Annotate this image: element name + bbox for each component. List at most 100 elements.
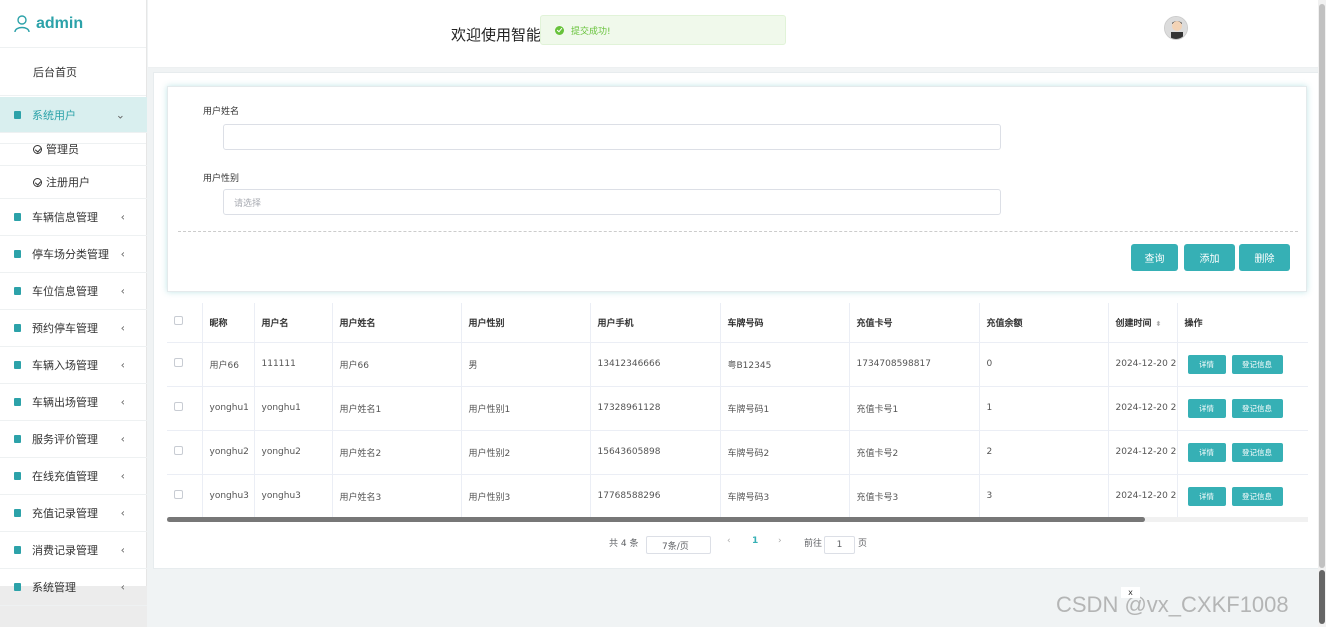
page-number-current[interactable]: 1 <box>752 536 758 546</box>
register-info-button[interactable]: 登记信息 <box>1231 398 1283 418</box>
sidebar-item-label: 车辆出场管理 <box>32 396 98 409</box>
sidebar-item[interactable]: 在线充值管理 ‹ <box>0 458 147 495</box>
detail-button[interactable]: 详情 <box>1187 354 1226 374</box>
detail-button[interactable]: 详情 <box>1187 398 1226 418</box>
gender-label: 用户性别 <box>203 174 240 184</box>
scrollbar-thumb[interactable] <box>1319 4 1325 568</box>
row-checkbox[interactable] <box>174 402 183 411</box>
scrollbar-thumb[interactable] <box>1319 570 1325 624</box>
table-cell: 用户66 <box>332 342 462 387</box>
chevron-left-icon: ‹ <box>120 432 125 446</box>
scrollbar-thumb[interactable] <box>167 517 1145 522</box>
row-checkbox[interactable] <box>174 358 183 367</box>
register-info-button[interactable]: 登记信息 <box>1231 486 1283 506</box>
sidebar-menu: 系统用户 ⌄ 管理员 注册用户 车辆信息管理 ‹ 停车场分类管理 ‹ 车位信息管理 ‹ 预约… <box>0 97 147 606</box>
page-unit-label: 页 <box>858 539 868 549</box>
document-icon <box>14 398 21 406</box>
register-info-button[interactable]: 登记信息 <box>1231 442 1283 462</box>
sidebar-group-system-users[interactable]: 系统用户 ⌄ <box>0 97 147 133</box>
sidebar-subitem-registered-users[interactable]: 注册用户 <box>0 166 147 199</box>
column-header: 用户性别 <box>461 303 591 343</box>
row-checkbox[interactable] <box>174 490 183 499</box>
sidebar-item[interactable]: 消费记录管理 ‹ <box>0 532 147 569</box>
document-icon <box>14 250 21 258</box>
success-toast: 提交成功! <box>540 15 786 45</box>
row-select-cell[interactable] <box>167 386 203 431</box>
pagination-total: 共 4 条 <box>609 539 639 549</box>
table-cell: 车牌号码3 <box>720 474 850 519</box>
actions-cell: 详情 登记信息 <box>1177 386 1308 431</box>
table-cell: 车牌号码2 <box>720 430 850 475</box>
row-checkbox[interactable] <box>174 446 183 455</box>
sidebar-item[interactable]: 车辆入场管理 ‹ <box>0 347 147 384</box>
add-button[interactable]: 添加 <box>1184 244 1235 271</box>
search-form: 用户姓名 用户性别 请选择 查询 添加 删除 <box>167 86 1307 292</box>
brand-title: admin <box>36 14 84 32</box>
sidebar-item[interactable]: 车辆出场管理 ‹ <box>0 384 147 421</box>
select-all-cell[interactable] <box>167 303 203 343</box>
main-content: 用户姓名 用户性别 请选择 查询 添加 删除 昵称 用户名 用户姓名 用户性别 … <box>153 72 1319 569</box>
sidebar-item[interactable]: 停车场分类管理 ‹ <box>0 236 147 273</box>
table-cell: 用户性别3 <box>461 474 591 519</box>
gender-select[interactable]: 请选择 <box>223 189 1001 215</box>
table-cell: 用户66 <box>202 342 255 387</box>
sidebar-item[interactable]: 系统管理 ‹ <box>0 569 147 606</box>
avatar[interactable] <box>1164 16 1188 40</box>
table-cell: yonghu2 <box>202 430 255 475</box>
close-button[interactable]: x <box>1121 587 1140 598</box>
sidebar-item-home[interactable]: 后台首页 <box>0 48 146 96</box>
select-all-checkbox[interactable] <box>174 316 183 326</box>
sidebar-item[interactable]: 服务评价管理 ‹ <box>0 421 147 458</box>
page-size-select[interactable]: 7条/页 <box>646 536 711 554</box>
sidebar-subitem-label: 管理员 <box>46 143 79 156</box>
delete-button[interactable]: 删除 <box>1239 244 1290 271</box>
table-cell: 用户姓名3 <box>332 474 462 519</box>
document-icon <box>14 110 21 119</box>
table-cell: yonghu1 <box>254 386 333 431</box>
column-header-created-time[interactable]: 创建时间 ⬍ <box>1108 303 1178 343</box>
sidebar-item[interactable]: 预约停车管理 ‹ <box>0 310 147 347</box>
next-page-button[interactable]: › <box>778 536 782 546</box>
prev-page-button[interactable]: ‹ <box>727 536 731 546</box>
table-cell: 2 <box>979 430 1109 475</box>
vertical-scrollbar[interactable] <box>1318 0 1326 627</box>
register-info-button[interactable]: 登记信息 <box>1231 354 1283 374</box>
table-cell: yonghu3 <box>254 474 333 519</box>
document-icon <box>14 287 21 295</box>
sidebar-item-label: 车辆信息管理 <box>32 211 98 224</box>
chevron-down-icon: ⌄ <box>115 108 125 121</box>
query-button[interactable]: 查询 <box>1131 244 1178 271</box>
sidebar-item-label: 车位信息管理 <box>32 285 98 298</box>
row-select-cell[interactable] <box>167 474 203 519</box>
sidebar-subitem-admin[interactable]: 管理员 <box>0 133 147 166</box>
goto-label: 前往 <box>804 539 823 549</box>
sort-icon[interactable]: ⬍ <box>1156 320 1162 328</box>
horizontal-scrollbar[interactable] <box>167 517 1308 522</box>
goto-page-input[interactable]: 1 <box>824 536 855 554</box>
name-input[interactable] <box>223 124 1001 150</box>
document-icon <box>14 546 21 554</box>
divider <box>178 231 1298 232</box>
sidebar-item[interactable]: 车辆信息管理 ‹ <box>0 199 147 236</box>
sidebar-item[interactable]: 车位信息管理 ‹ <box>0 273 147 310</box>
sidebar-item-label: 在线充值管理 <box>32 470 98 483</box>
sidebar-item-label: 系统管理 <box>32 581 76 594</box>
table-row: yonghu2 yonghu2 用户姓名2 用户性别2 15643605898 车牌号码2… <box>167 430 1308 475</box>
check-circle-icon <box>33 144 42 154</box>
sidebar-group-label: 系统用户 <box>32 108 76 122</box>
check-circle-icon <box>33 177 42 187</box>
sidebar-item[interactable]: 充值记录管理 ‹ <box>0 495 147 532</box>
detail-button[interactable]: 详情 <box>1187 442 1226 462</box>
toast-message: 提交成功! <box>571 26 611 37</box>
row-select-cell[interactable] <box>167 342 203 387</box>
column-header: 用户手机 <box>590 303 721 343</box>
watermark: CSDN @vx_CXKF1008 <box>1056 592 1289 617</box>
detail-button[interactable]: 详情 <box>1187 486 1226 506</box>
avatar-icon <box>1165 17 1187 39</box>
table-cell: 用户性别1 <box>461 386 591 431</box>
column-header-label: 创建时间 <box>1115 318 1152 329</box>
row-select-cell[interactable] <box>167 430 203 475</box>
table-row: 用户66 111111 用户66 男 13412346666 粤B12345 1734708… <box>167 342 1308 387</box>
sidebar-item-label: 预约停车管理 <box>32 322 98 335</box>
user-table: 昵称 用户名 用户姓名 用户性别 用户手机 车牌号码 充值卡号 充值余额 创建时… <box>167 303 1308 523</box>
